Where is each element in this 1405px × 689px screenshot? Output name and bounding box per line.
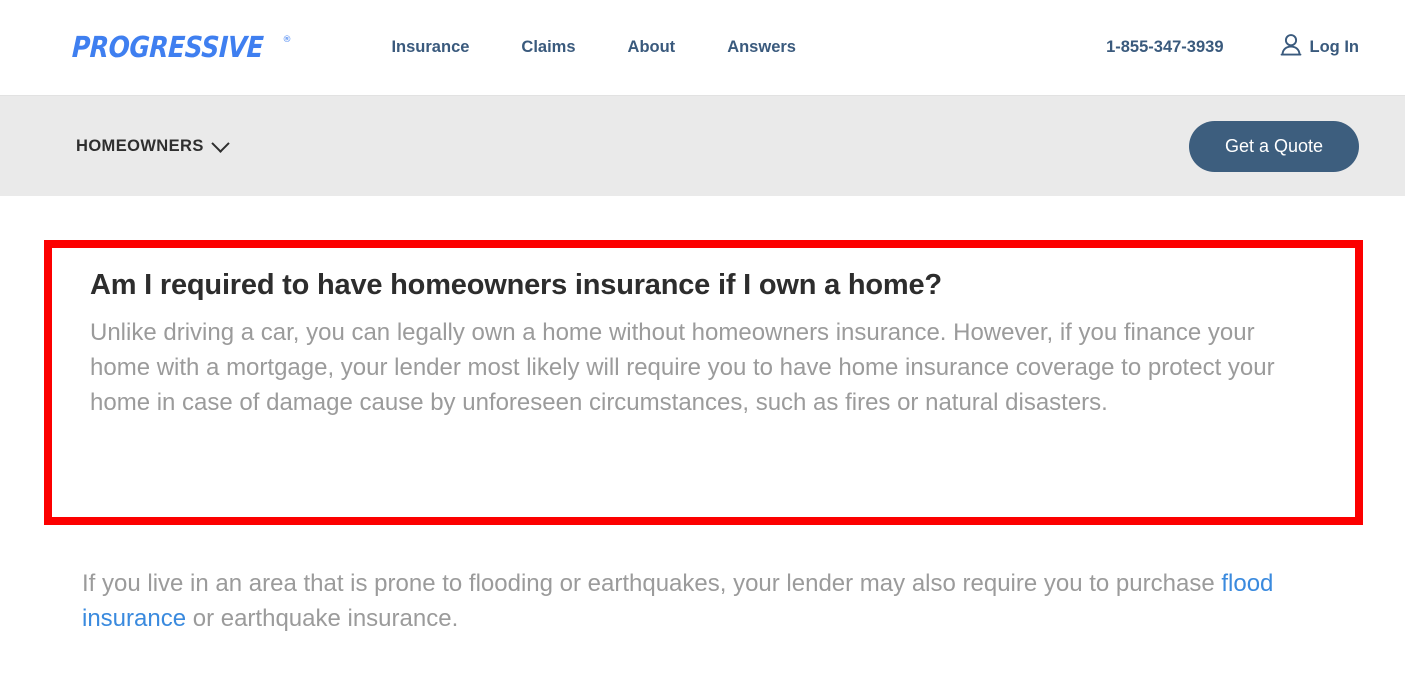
nav-link-claims[interactable]: Claims	[521, 38, 575, 57]
header-utility-group: 1-855-347-3939 Log In	[1106, 33, 1359, 62]
get-a-quote-button[interactable]: Get a Quote	[1188, 120, 1359, 172]
subnav-category-label: HOMEOWNERS	[76, 136, 204, 155]
qa-block: Am I required to have homeowners insuran…	[52, 248, 1355, 420]
phone-number-link[interactable]: 1-855-347-3939	[1106, 38, 1223, 57]
logo-wordmark: PROGRESSIVE	[71, 30, 265, 64]
user-icon	[1280, 33, 1302, 62]
paragraph-text-after-link: or earthquake insurance.	[186, 605, 459, 633]
registered-trademark-icon: ®	[282, 35, 292, 45]
login-label: Log In	[1309, 38, 1359, 56]
site-header: PROGRESSIVE ® Insurance Claims About Ans…	[0, 0, 1405, 95]
primary-navigation: Insurance Claims About Answers	[391, 38, 796, 57]
paragraph-text-before-link: If you live in an area that is prone to …	[82, 570, 1222, 597]
progressive-logo[interactable]: PROGRESSIVE ®	[71, 30, 292, 64]
answer-paragraph: Unlike driving a car, you can legally ow…	[90, 318, 1275, 416]
secondary-paragraph: If you live in an area that is prone to …	[82, 566, 1332, 636]
chevron-down-icon	[211, 133, 230, 153]
highlight-annotation-box: Am I required to have homeowners insuran…	[44, 240, 1363, 525]
question-heading: Am I required to have homeowners insuran…	[90, 269, 942, 301]
login-button[interactable]: Log In	[1280, 33, 1359, 62]
subnav-category-dropdown[interactable]: HOMEOWNERS	[76, 133, 230, 156]
product-subnav: HOMEOWNERS Get a Quote	[0, 95, 1405, 196]
nav-link-about[interactable]: About	[628, 38, 676, 57]
nav-link-answers[interactable]: Answers	[727, 38, 796, 57]
nav-link-insurance[interactable]: Insurance	[391, 38, 469, 57]
